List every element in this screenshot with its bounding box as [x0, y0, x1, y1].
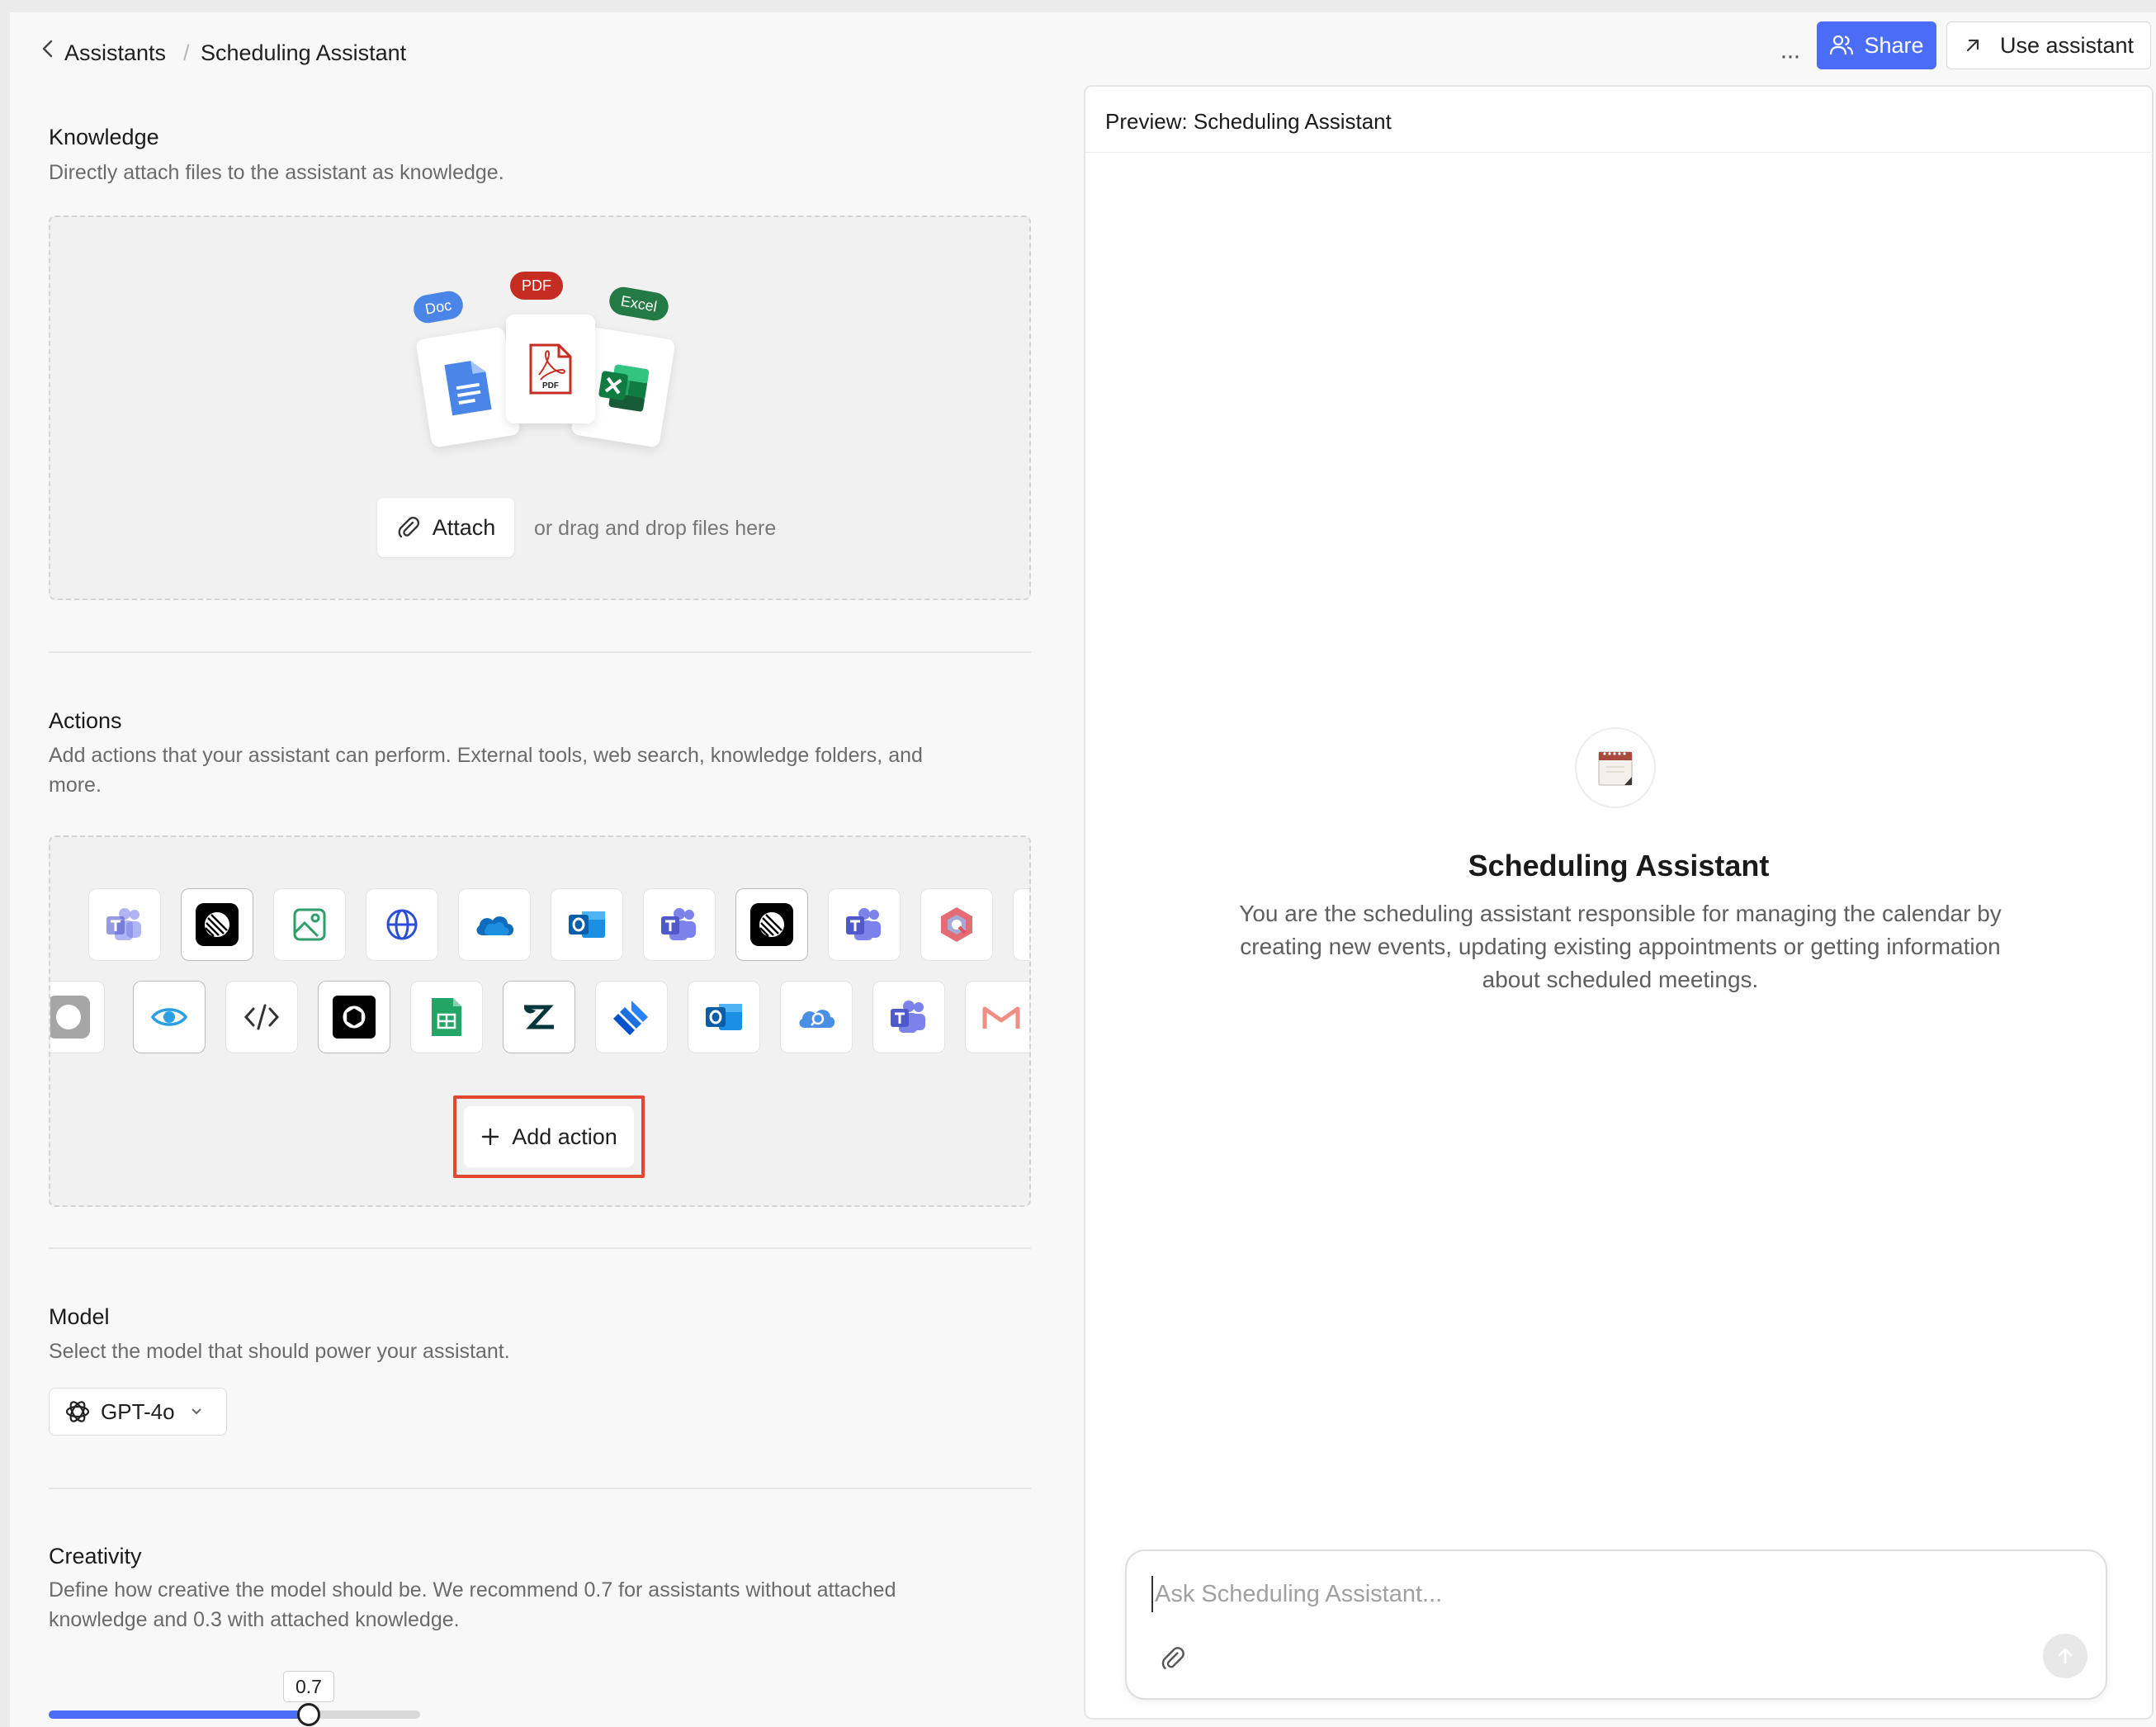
section-divider	[49, 1247, 1031, 1249]
app-window: Assistants / Scheduling Assistant ··· Sh…	[10, 12, 2156, 1727]
attach-button[interactable]: Attach	[377, 498, 514, 557]
chevron-down-icon	[191, 1408, 201, 1415]
paperclip-icon	[398, 516, 419, 538]
eye-icon[interactable]	[133, 981, 206, 1053]
outlook-icon[interactable]	[688, 981, 760, 1053]
pdf-icon-text: PDF	[542, 381, 559, 390]
partial-action-icon[interactable]	[1013, 888, 1029, 961]
chevron-left-icon	[42, 40, 53, 58]
excel-tag: Excel	[607, 285, 671, 323]
paperclip-icon	[1161, 1647, 1184, 1669]
assistant-avatar	[1575, 727, 1656, 808]
google-docs-icon	[444, 361, 492, 416]
use-assistant-button[interactable]: Use assistant	[1946, 21, 2151, 69]
users-icon	[1830, 35, 1854, 55]
linear-icon[interactable]	[735, 888, 808, 961]
add-action-highlight: Add action	[453, 1095, 645, 1178]
share-button[interactable]: Share	[1817, 21, 1936, 69]
assistant-name: Scheduling Assistant	[1468, 849, 1770, 882]
zendesk-icon[interactable]	[503, 981, 575, 1053]
google-sheets-icon[interactable]	[410, 981, 483, 1053]
excel-icon	[598, 364, 650, 412]
chat-input[interactable]	[1151, 1576, 2059, 1612]
knowledge-description: Directly attach files to the assistant a…	[49, 161, 504, 184]
more-icon: ···	[1780, 42, 1801, 69]
creativity-slider-thumb[interactable]	[297, 1703, 320, 1726]
linear-icon[interactable]	[181, 888, 253, 961]
top-bar: Assistants / Scheduling Assistant ··· Sh…	[10, 12, 2156, 78]
breadcrumb-separator: /	[183, 40, 190, 65]
model-title: Model	[49, 1304, 110, 1329]
model-select[interactable]: GPT-4o	[49, 1388, 227, 1436]
creativity-title: Creativity	[49, 1544, 142, 1568]
preview-panel: Preview: Scheduling Assistant Scheduling…	[1084, 85, 2154, 1720]
calendar-icon	[1598, 751, 1633, 786]
arrow-up-right-icon	[1966, 39, 1979, 52]
actions-description-line2: more.	[49, 774, 102, 797]
arrow-up-icon	[2058, 1648, 2073, 1664]
back-button[interactable]	[33, 34, 63, 64]
chat-composer	[1125, 1550, 2107, 1700]
actions-description-line1: Add actions that your assistant can perf…	[49, 744, 923, 767]
plus-icon	[482, 1128, 499, 1146]
jira-icon[interactable]	[595, 981, 668, 1053]
microsoft-teams-icon[interactable]	[828, 888, 901, 961]
creativity-slider-fill	[49, 1710, 309, 1719]
breadcrumb-assistants[interactable]: Assistants	[64, 42, 166, 64]
section-divider	[49, 1488, 1031, 1489]
model-description: Select the model that should power your …	[49, 1340, 510, 1363]
drag-drop-hint: or drag and drop files here	[534, 517, 777, 540]
web-search-icon[interactable]	[366, 888, 438, 961]
openai-icon[interactable]	[318, 981, 390, 1053]
onedrive-icon[interactable]	[458, 888, 531, 961]
knowledge-dropzone[interactable]: PDF Doc PDF Excel Attach or drag and dro…	[49, 215, 1031, 600]
more-options-button[interactable]: ···	[1768, 34, 1811, 78]
code-icon[interactable]	[225, 981, 298, 1053]
preview-title: Preview: Scheduling Assistant	[1105, 109, 1392, 134]
cloud-search-icon[interactable]	[780, 981, 853, 1053]
creativity-description-line2: knowledge and 0.3 with attached knowledg…	[49, 1608, 460, 1631]
gmail-icon[interactable]	[965, 981, 1029, 1053]
q-logo-icon[interactable]	[920, 888, 993, 961]
pdf-tag: PDF	[510, 272, 563, 300]
add-action-button[interactable]: Add action	[464, 1106, 634, 1167]
actions-title: Actions	[49, 708, 122, 733]
pdf-icon: PDF	[529, 343, 572, 395]
creativity-value-tooltip: 0.7	[283, 1671, 334, 1702]
section-divider	[49, 651, 1031, 653]
use-assistant-label: Use assistant	[1999, 32, 2135, 58]
microsoft-teams-icon[interactable]	[88, 888, 161, 961]
assistant-description: You are the scheduling assistant respons…	[1239, 901, 2002, 992]
breadcrumb-current: Scheduling Assistant	[201, 40, 407, 65]
openai-icon	[65, 1401, 90, 1422]
model-selected-label: GPT-4o	[101, 1398, 175, 1424]
pdf-file-card: PDF	[506, 315, 595, 423]
add-action-label: Add action	[512, 1124, 617, 1149]
send-button[interactable]	[2043, 1634, 2087, 1678]
creativity-description-line1: Define how creative the model should be.…	[49, 1578, 896, 1602]
linear-icon[interactable]	[50, 981, 105, 1053]
chat-attach-button[interactable]	[1155, 1640, 1191, 1677]
image-generation-icon[interactable]	[273, 888, 346, 961]
share-label: Share	[1864, 32, 1924, 58]
microsoft-teams-icon[interactable]	[643, 888, 716, 961]
microsoft-teams-icon[interactable]	[872, 981, 945, 1053]
preview-header: Preview: Scheduling Assistant	[1085, 87, 2152, 153]
knowledge-title: Knowledge	[49, 125, 159, 149]
doc-tag: Doc	[411, 289, 466, 325]
doc-file-card	[415, 326, 521, 448]
attach-label: Attach	[432, 514, 496, 540]
outlook-icon[interactable]	[551, 888, 623, 961]
